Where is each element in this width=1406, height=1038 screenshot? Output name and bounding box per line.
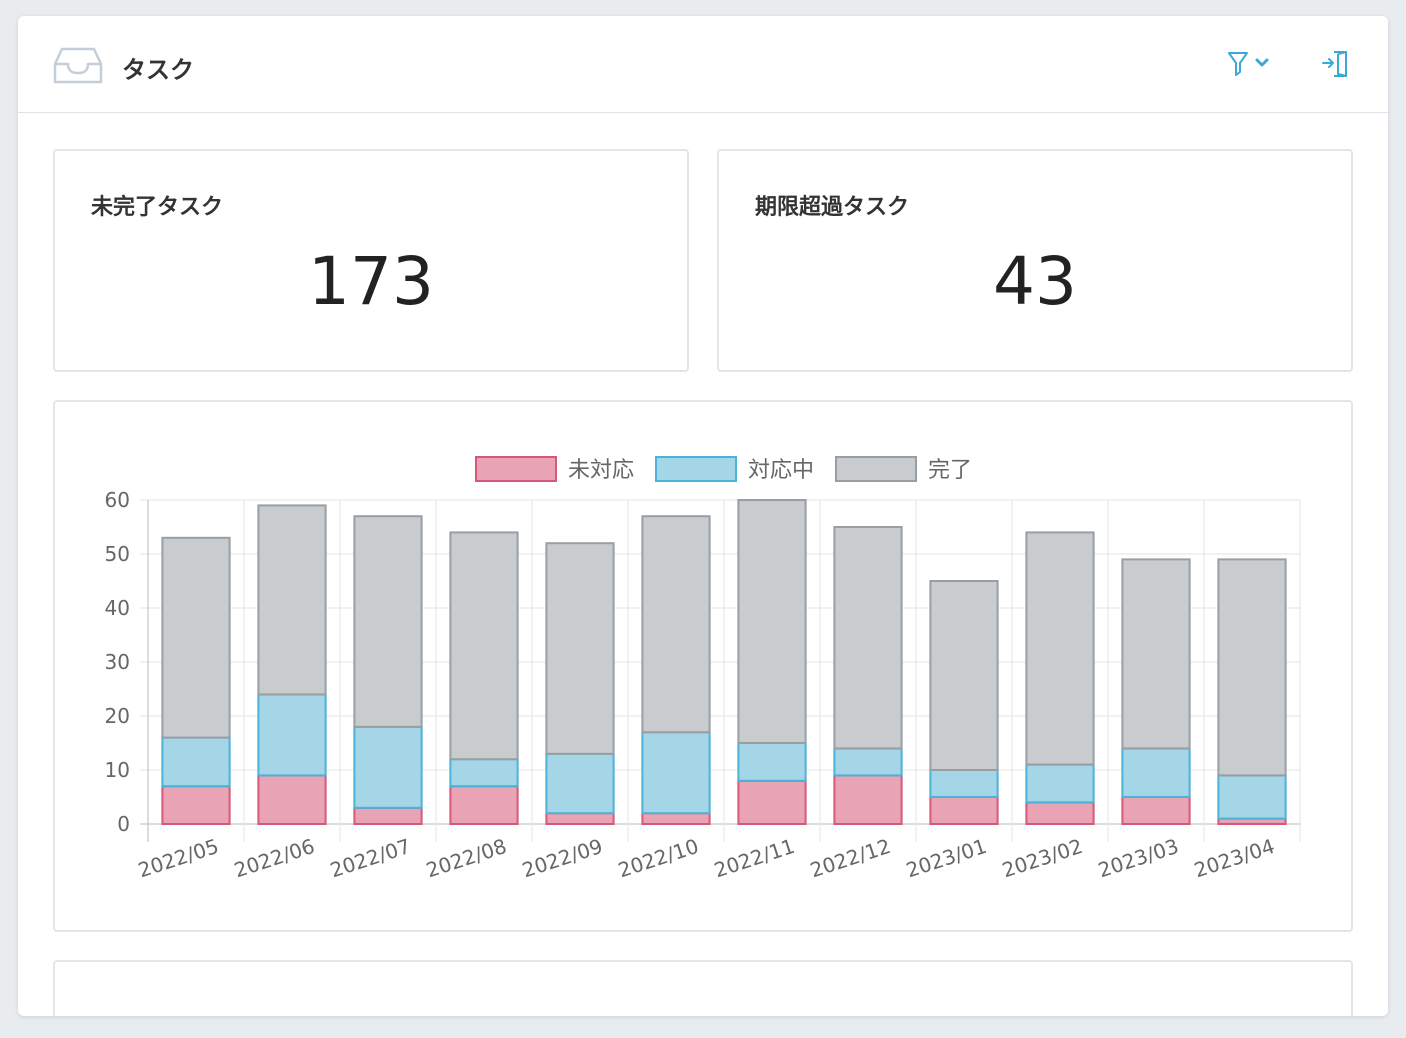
bar-segment: [449, 531, 519, 761]
bar-segment: [1025, 801, 1095, 825]
bar-segment: [929, 580, 999, 771]
page-title: タスク: [122, 56, 194, 84]
bar-segment: [1025, 531, 1095, 766]
legend-label: 完了: [928, 458, 972, 483]
bar-segment: [929, 796, 999, 825]
overdue-tasks-card: 期限超過タスク 43: [717, 149, 1353, 372]
y-tick-label: 20: [105, 704, 130, 728]
bar-segment: [353, 806, 423, 825]
y-tick-label: 50: [105, 542, 130, 566]
bar-segment: [257, 693, 327, 777]
bar-segment: [641, 515, 711, 734]
bar-segment: [737, 779, 807, 825]
bar-segment: [1121, 558, 1191, 750]
bar-segment: [353, 515, 423, 728]
bar-segment: [1217, 774, 1287, 820]
task-status-chart: 01020304050602022/05 2022/06 2022/07 2022/0…: [105, 456, 1301, 882]
bar-segment: [929, 769, 999, 798]
bar-segment: [1121, 747, 1191, 798]
y-tick-label: 60: [105, 488, 130, 512]
bar-segment: [353, 725, 423, 809]
filter-icon: [1228, 52, 1248, 76]
bar-segment: [641, 731, 711, 815]
incomplete-tasks-count: 173: [308, 243, 434, 320]
bar-segment: [641, 812, 711, 826]
chevron-down-icon: [1255, 58, 1269, 67]
bar-segment: [1217, 558, 1287, 777]
legend-label: 未対応: [568, 458, 634, 483]
bar-segment: [737, 742, 807, 782]
bar-segment: [161, 536, 231, 739]
bar-segment: [449, 785, 519, 826]
filter-button[interactable]: [1226, 50, 1286, 78]
bar-segment: [449, 758, 519, 788]
y-tick-label: 30: [105, 650, 130, 674]
bar-segment: [161, 785, 231, 826]
legend-swatch: [655, 456, 737, 482]
incomplete-tasks-label: 未完了タスク: [91, 195, 224, 220]
bar-segment: [833, 526, 903, 750]
overdue-tasks-label: 期限超過タスク: [755, 195, 910, 220]
bar-segment: [1121, 796, 1191, 825]
legend-swatch: [475, 456, 557, 482]
y-tick-label: 10: [105, 758, 130, 782]
y-tick-label: 40: [105, 596, 130, 620]
bar-segment: [833, 774, 903, 825]
bar-segment: [161, 736, 231, 788]
task-panel: タスク 未完了タスク 173 期限超過タスク 43 0 10 20 30 40 …: [18, 16, 1388, 1016]
logout-button[interactable]: [1320, 48, 1352, 80]
bar-segment: [257, 504, 327, 696]
inbox-tray-icon: [53, 47, 103, 84]
bar-segment: [257, 774, 327, 825]
bar-segment: [545, 542, 615, 755]
y-tick-label: 0: [117, 812, 130, 836]
panel-header: タスク: [18, 16, 1388, 113]
overdue-tasks-count: 43: [993, 243, 1077, 320]
logout-door-icon: [1322, 51, 1347, 77]
task-status-chart-card: 0 10 20 30 40 50 60 2022/05 2022/06 2022/07 2022/0…: [53, 400, 1353, 932]
bar-segment: [833, 747, 903, 777]
bar-segment: [545, 752, 615, 815]
legend-label: 対応中: [748, 458, 814, 483]
incomplete-tasks-card: 未完了タスク 173: [53, 149, 689, 372]
bottom-card: [53, 960, 1353, 1016]
legend-swatch: [835, 456, 917, 482]
bar-segment: [545, 812, 615, 826]
bar-segment: [737, 499, 807, 744]
bar-segment: [1025, 763, 1095, 804]
